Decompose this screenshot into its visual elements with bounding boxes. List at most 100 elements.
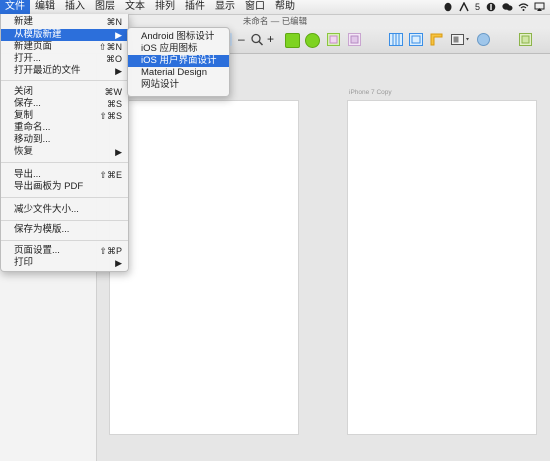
info-icon[interactable] [486, 2, 496, 12]
menu-separator [1, 80, 128, 81]
submenu-item-label: 网站设计 [141, 79, 180, 90]
menu-plugins[interactable]: 插件 [180, 0, 210, 14]
shortcut: ⇧⌘P [99, 246, 122, 256]
menu-help[interactable]: 帮助 [270, 0, 300, 14]
menu-item-open[interactable]: 打开... ⌘O [1, 53, 128, 65]
union-icon[interactable] [285, 33, 300, 48]
menu-item-reduce-size[interactable]: 减少文件大小... [1, 204, 128, 216]
template-submenu: Android 图标设计 iOS 应用图标 iOS 用户界面设计 Materia… [127, 27, 230, 97]
subtract-icon[interactable] [305, 33, 320, 48]
zoom-out-button[interactable]: – [238, 33, 245, 46]
layout-dropdown-icon[interactable] [451, 33, 471, 46]
menu-layer[interactable]: 图层 [90, 0, 120, 14]
menu-item-new-from-template[interactable]: 从模版新建 ▶ [1, 29, 128, 41]
submenu-item-label: Android 图标设计 [141, 31, 215, 42]
menu-item-label: 页面设置... [14, 245, 60, 256]
menu-item-label: 关闭 [14, 86, 34, 97]
menu-item-move-to[interactable]: 移动到... [1, 134, 128, 146]
menu-item-open-recent[interactable]: 打开最近的文件 ▶ [1, 65, 128, 77]
artboard-left[interactable] [109, 100, 299, 435]
menu-item-label: 打开最近的文件 [14, 65, 81, 76]
menu-item-duplicate[interactable]: 复制 ⇧⌘S [1, 110, 128, 122]
submenu-item-ios-ui[interactable]: iOS 用户界面设计 [128, 55, 229, 67]
submenu-arrow-icon: ▶ [115, 30, 122, 40]
menu-item-label: 移动到... [14, 134, 51, 145]
artboard-label[interactable]: iPhone 7 Copy [349, 89, 392, 96]
submenu-arrow-icon: ▶ [115, 66, 122, 76]
menu-item-save[interactable]: 保存... ⌘S [1, 98, 128, 110]
shortcut: ⇧⌘S [99, 111, 122, 121]
file-menu: 新建 ⌘N 从模版新建 ▶ 新建页面 ⇧⌘N 打开... ⌘O 打开最近的文件 ▶ 关闭 ⌘… [0, 14, 129, 272]
submenu-item-label: Material Design [141, 67, 207, 78]
wechat-icon[interactable] [502, 2, 513, 12]
menu-item-label: 重命名... [14, 122, 51, 133]
menu-item-label: 恢复 [14, 146, 34, 157]
menu-item-revert[interactable]: 恢复 ▶ [1, 146, 128, 158]
menu-insert[interactable]: 插入 [60, 0, 90, 14]
qq-icon[interactable] [443, 2, 453, 12]
submenu-item-web-design[interactable]: 网站设计 [128, 79, 229, 91]
window-title: 未命名 [242, 16, 269, 26]
menu-item-export[interactable]: 导出... ⇧⌘E [1, 169, 128, 181]
menu-item-label: 复制 [14, 110, 34, 121]
menu-item-label: 减少文件大小... [14, 204, 79, 215]
menu-file[interactable]: 文件 [0, 0, 30, 14]
zoom-in-button[interactable]: + [267, 33, 274, 46]
submenu-item-label: iOS 用户界面设计 [141, 55, 217, 66]
menu-separator [1, 240, 128, 241]
menu-item-page-setup[interactable]: 页面设置... ⇧⌘P [1, 245, 128, 257]
shortcut: ⌘O [105, 54, 122, 64]
menu-separator [1, 197, 128, 198]
menu-item-label: 新建 [14, 16, 34, 27]
badge-count: 5 [474, 2, 480, 12]
menu-edit[interactable]: 编辑 [30, 0, 60, 14]
wifi-icon[interactable] [518, 2, 529, 12]
menu-item-print[interactable]: 打印 ▶ [1, 257, 128, 269]
menu-item-label: 新建页面 [14, 41, 53, 52]
submenu-item-label: iOS 应用图标 [141, 43, 198, 54]
menu-window[interactable]: 窗口 [240, 0, 270, 14]
menu-item-label: 打印 [14, 257, 34, 268]
menu-item-save-as-template[interactable]: 保存为模版... [1, 224, 128, 236]
menu-item-export-pdf[interactable]: 导出画板为 PDF [1, 181, 128, 193]
menu-item-label: 导出画板为 PDF [14, 181, 84, 192]
preview-icon[interactable] [519, 33, 532, 46]
shortcut: ⌘S [106, 99, 122, 109]
submenu-item-android-icon[interactable]: Android 图标设计 [128, 31, 229, 43]
menu-separator [1, 220, 128, 221]
mirror-icon[interactable] [477, 33, 490, 46]
difference-icon[interactable] [348, 33, 361, 46]
status-icons: 5 [443, 0, 545, 14]
menu-item-label: 保存... [14, 98, 41, 109]
menu-bar: 文件 编辑 插入 图层 文本 排列 插件 显示 窗口 帮助 5 [0, 0, 550, 15]
menu-item-label: 打开... [14, 53, 41, 64]
shortcut: ⇧⌘E [99, 170, 122, 180]
submenu-arrow-icon: ▶ [115, 258, 122, 268]
intersect-icon[interactable] [327, 33, 340, 46]
airplay-icon[interactable] [534, 2, 545, 12]
menu-view[interactable]: 显示 [210, 0, 240, 14]
adobe-icon[interactable] [459, 1, 469, 12]
zoom-icon[interactable] [250, 33, 264, 46]
submenu-item-ios-app-icon[interactable]: iOS 应用图标 [128, 43, 229, 55]
menu-item-close[interactable]: 关闭 ⌘W [1, 86, 128, 98]
menu-item-rename[interactable]: 重命名... [1, 122, 128, 134]
menu-item-label: 导出... [14, 169, 41, 180]
menu-text[interactable]: 文本 [120, 0, 150, 14]
corner-icon[interactable] [430, 33, 443, 46]
columns-icon[interactable] [389, 33, 403, 46]
window-status: — 已编辑 [270, 16, 308, 26]
artboard-right[interactable] [347, 100, 537, 435]
submenu-arrow-icon: ▶ [115, 147, 122, 157]
menu-arrange[interactable]: 排列 [150, 0, 180, 14]
menu-item-new[interactable]: 新建 ⌘N [1, 16, 128, 28]
canvas[interactable]: iPhone 7 Copy [97, 54, 550, 461]
menu-separator [1, 162, 128, 163]
grid-icon[interactable] [409, 33, 423, 46]
shortcut: ⇧⌘N [98, 42, 122, 52]
menu-item-label: 保存为模版... [14, 224, 70, 235]
shortcut: ⌘N [106, 17, 123, 27]
submenu-item-material-design[interactable]: Material Design [128, 67, 229, 79]
menu-item-label: 从模版新建 [14, 29, 62, 40]
menu-item-new-page[interactable]: 新建页面 ⇧⌘N [1, 41, 128, 53]
